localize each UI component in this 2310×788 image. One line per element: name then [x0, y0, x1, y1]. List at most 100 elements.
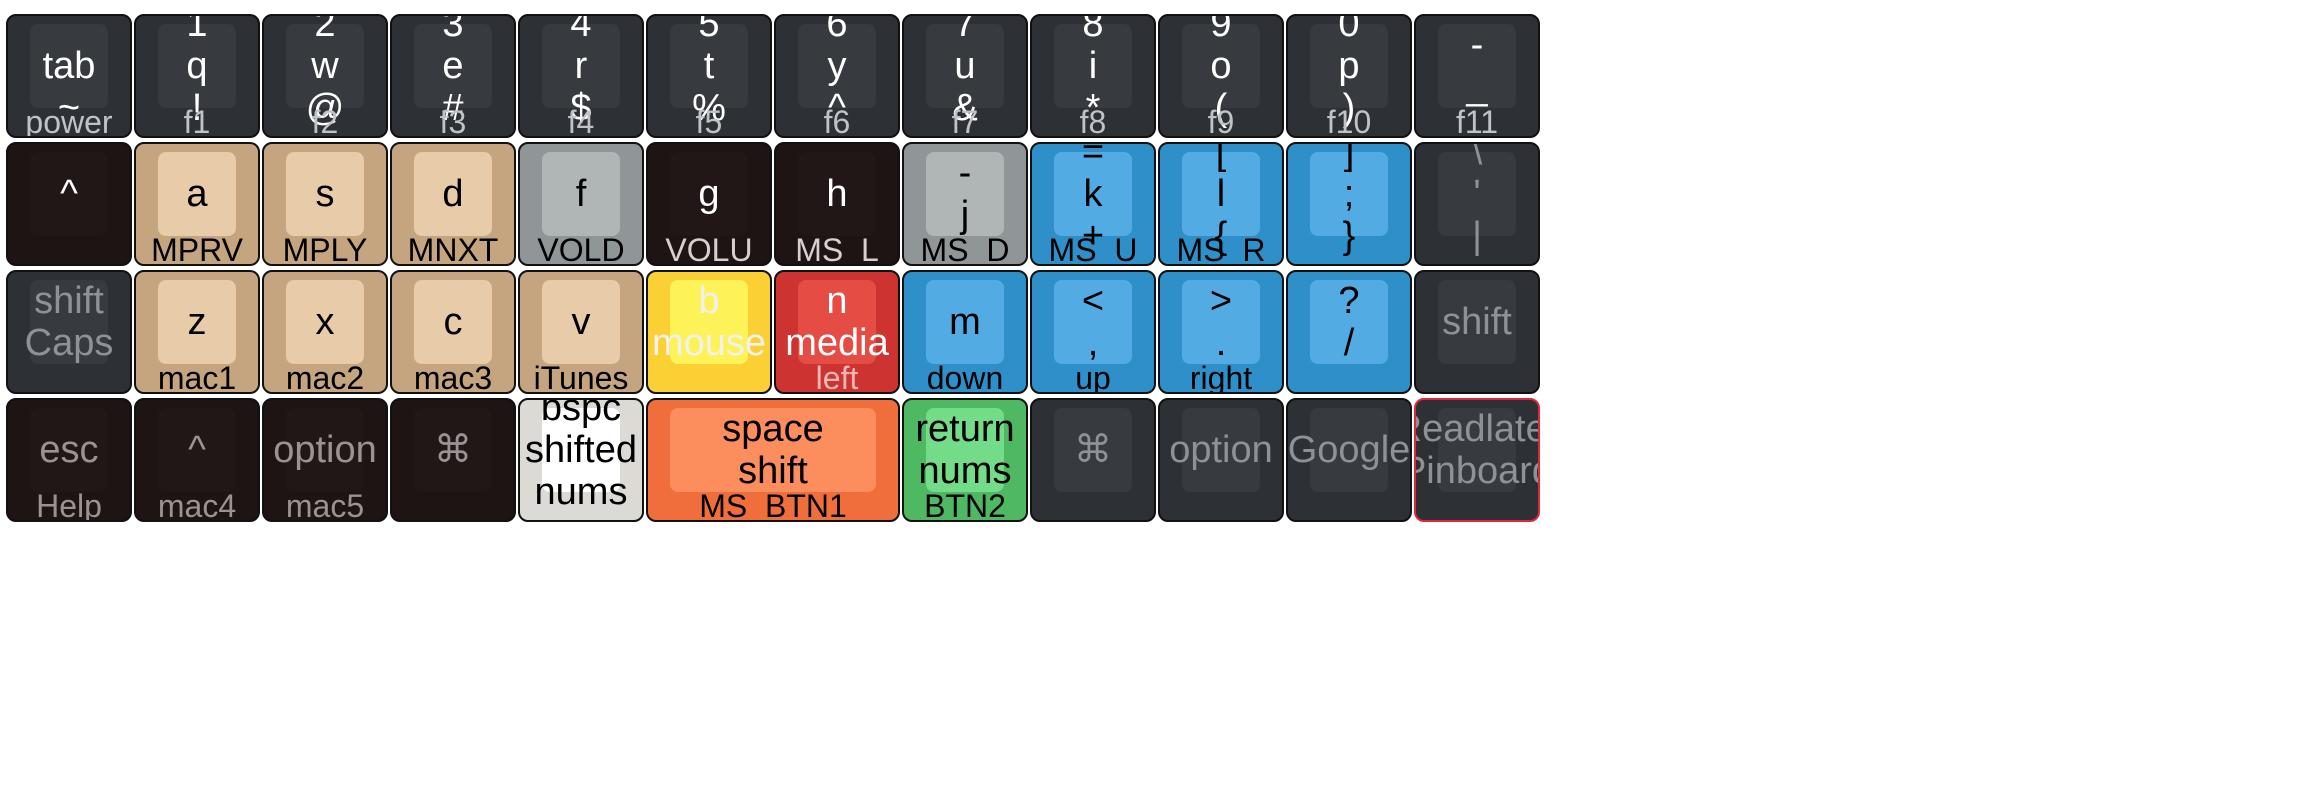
- key-sublabel: mac1: [157, 360, 237, 394]
- key-legend: ` tab ~: [8, 16, 130, 129]
- key-space[interactable]: space shift MS_BTN1: [646, 398, 900, 522]
- key-k[interactable]: = k + MS_U: [1030, 142, 1156, 266]
- key-f[interactable]: f VOLD: [518, 142, 644, 266]
- key-legend: = k +: [1032, 144, 1154, 257]
- key-legend-line: o: [1210, 45, 1232, 87]
- key-t[interactable]: 5 t% f5: [646, 14, 772, 138]
- key-return[interactable]: return nums BTN2: [902, 398, 1028, 522]
- key-legend-line: shift: [1442, 301, 1512, 343]
- key-period[interactable]: >. right: [1158, 270, 1284, 394]
- key-legend-line: \: [1471, 142, 1483, 173]
- key-slash[interactable]: ? /: [1286, 270, 1412, 394]
- key-c[interactable]: c mac3: [390, 270, 516, 394]
- key-b[interactable]: b mouse: [646, 270, 772, 394]
- key-legend-line: tab: [42, 45, 96, 87]
- key-legend-line: 9: [1210, 14, 1232, 45]
- key-legend-line: m: [949, 301, 981, 343]
- key-legend: 0 p): [1288, 16, 1410, 129]
- key-p[interactable]: 0 p) f10: [1286, 14, 1412, 138]
- key-backslash[interactable]: \ ' |: [1414, 142, 1540, 266]
- key-legend-line: 1: [186, 14, 208, 45]
- key-legend: 2 w @: [264, 16, 386, 129]
- key-legend-line: w: [311, 45, 339, 87]
- key-legend-line: =: [1081, 142, 1105, 173]
- key-legend: x: [264, 280, 386, 364]
- key-sublabel: MS_R: [1176, 232, 1266, 266]
- key-cmd-left[interactable]: ⌘: [390, 398, 516, 522]
- key-i[interactable]: 8 i * f8: [1030, 14, 1156, 138]
- key-legend: bspc shifted nums: [520, 400, 642, 513]
- key-h[interactable]: h MS_L: [774, 142, 900, 266]
- key-left-shift[interactable]: shift Caps: [6, 270, 132, 394]
- key-right-shift[interactable]: shift: [1414, 270, 1540, 394]
- key-y[interactable]: 6 y ^ f6: [774, 14, 900, 138]
- key-legend: z: [136, 280, 258, 364]
- key-option-right[interactable]: option: [1158, 398, 1284, 522]
- key-sublabel: Help: [36, 488, 102, 522]
- key-legend-line: shifted: [525, 429, 637, 471]
- key-legend: shift Caps: [8, 280, 130, 364]
- key-legend-line: t: [703, 45, 715, 87]
- key-sublabel: [1416, 488, 1538, 520]
- key-r[interactable]: 4 r $ f4: [518, 14, 644, 138]
- key-legend: s: [264, 152, 386, 236]
- key-ctrl-bottom[interactable]: ^ mac4: [134, 398, 260, 522]
- key-sublabel: mac5: [285, 488, 365, 522]
- key-legend-line: shift: [738, 450, 808, 492]
- key-sublabel: MS_U: [1048, 232, 1138, 266]
- key-sublabel: MPRV: [151, 232, 243, 266]
- key-legend-line: option: [1169, 429, 1273, 471]
- key-l[interactable]: [l{MS_R: [1158, 142, 1284, 266]
- key-legend-line: >: [1209, 280, 1233, 322]
- key-legend-line: s: [315, 173, 335, 215]
- key-legend: 8 i *: [1032, 16, 1154, 129]
- key-sublabel: f9: [1207, 104, 1235, 138]
- key-e[interactable]: 3 e # f3: [390, 14, 516, 138]
- key-readlater[interactable]: ReadlaterPinboard: [1414, 398, 1540, 522]
- key-legend-line: c: [443, 301, 463, 343]
- key-legend-line: space: [722, 408, 824, 450]
- key-g[interactable]: g VOLU: [646, 142, 772, 266]
- key-w[interactable]: 2 w @ f2: [262, 14, 388, 138]
- key-sublabel: VOLD: [537, 232, 625, 266]
- key-minus[interactable]: - _ f11: [1414, 14, 1540, 138]
- key-option-left[interactable]: option mac5: [262, 398, 388, 522]
- key-comma[interactable]: <, up: [1030, 270, 1156, 394]
- key-u[interactable]: 7 u & f7: [902, 14, 1028, 138]
- key-cmd-right[interactable]: ⌘: [1030, 398, 1156, 522]
- key-v[interactable]: v iTunes: [518, 270, 644, 394]
- key-ctrl[interactable]: ^: [6, 142, 132, 266]
- key-d[interactable]: d MNXT: [390, 142, 516, 266]
- key-semicolon[interactable]: ];}: [1286, 142, 1412, 266]
- key-esc[interactable]: esc Help: [6, 398, 132, 522]
- key-j[interactable]: - j MS_D: [902, 142, 1028, 266]
- key-legend-line: bspc: [540, 398, 622, 429]
- key-legend-line: nums: [918, 450, 1012, 492]
- key-legend-line: f: [575, 173, 587, 215]
- key-s[interactable]: s MPLY: [262, 142, 388, 266]
- key-legend-line: -: [1470, 24, 1484, 66]
- key-m[interactable]: m down: [902, 270, 1028, 394]
- key-o[interactable]: 9 o(f9: [1158, 14, 1284, 138]
- key-sublabel: [1416, 232, 1538, 264]
- key-q[interactable]: 1 q! f1: [134, 14, 260, 138]
- key-legend: ? /: [1288, 280, 1410, 364]
- key-a[interactable]: a MPRV: [134, 142, 260, 266]
- key-legend: ⌘: [1032, 408, 1154, 492]
- key-sublabel: f11: [1455, 104, 1499, 138]
- key-legend-line: k: [1083, 173, 1103, 215]
- key-legend-line: ^: [60, 173, 78, 215]
- key-legend: g: [648, 152, 770, 236]
- key-x[interactable]: x mac2: [262, 270, 388, 394]
- key-sublabel: down: [926, 360, 1004, 394]
- key-legend-line: ': [1473, 173, 1481, 215]
- key-sublabel: [8, 360, 130, 392]
- key-tab[interactable]: ` tab ~ power: [6, 14, 132, 138]
- key-legend: f: [520, 152, 642, 236]
- key-sublabel: f8: [1079, 104, 1107, 138]
- key-n[interactable]: n media left: [774, 270, 900, 394]
- key-z[interactable]: z mac1: [134, 270, 260, 394]
- key-backspace[interactable]: bspc shifted nums: [518, 398, 644, 522]
- key-google[interactable]: Google: [1286, 398, 1412, 522]
- key-legend-line: /: [1343, 322, 1355, 364]
